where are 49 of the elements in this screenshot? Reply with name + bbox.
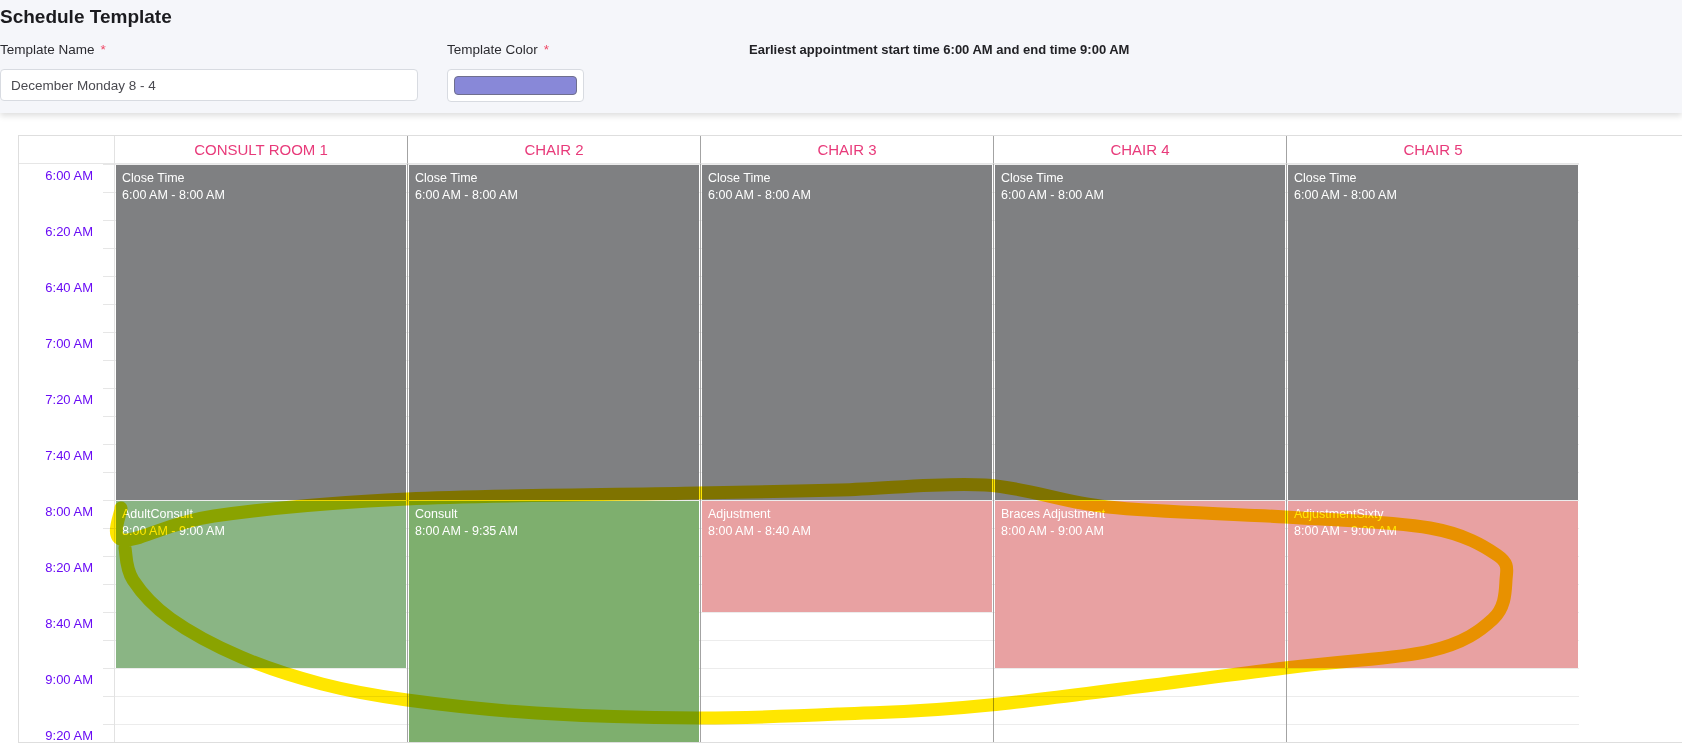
block-title: Adjustment xyxy=(708,506,771,523)
text-input[interactable]: December Monday 8 - 4 xyxy=(0,69,418,101)
time-label: 6:40 AM xyxy=(45,280,93,295)
field-label: Template Name xyxy=(0,41,95,59)
time-label: 9:00 AM xyxy=(45,672,93,687)
block-time: 6:00 AM - 8:00 AM xyxy=(415,187,518,204)
time-label: 9:20 AM xyxy=(45,728,93,742)
column-header: CONSULT ROOM 1 xyxy=(114,136,407,164)
time-label: 8:00 AM xyxy=(45,504,93,519)
time-label: 8:20 AM xyxy=(45,560,93,575)
block-title: Braces Adjustment xyxy=(1001,506,1106,523)
appointment-hours-note: Earliest appointment start time 6:00 AM and end time 9:00 AM xyxy=(749,41,1130,59)
block-title: Consult xyxy=(415,506,458,523)
required-mark: * xyxy=(100,41,106,59)
column-header: CHAIR 5 xyxy=(1286,136,1579,164)
block-title: Close Time xyxy=(415,170,478,187)
time-label: 6:00 AM xyxy=(45,168,93,183)
time-label: 7:20 AM xyxy=(45,392,93,407)
block-time: 6:00 AM - 8:00 AM xyxy=(708,187,811,204)
schedule-block[interactable]: Close Time 6:00 AM - 8:00 AM xyxy=(116,165,406,500)
block-time: 6:00 AM - 8:00 AM xyxy=(1294,187,1397,204)
schedule-block[interactable]: Close Time 6:00 AM - 8:00 AM xyxy=(995,165,1285,500)
block-time: 8:00 AM - 9:00 AM xyxy=(122,523,225,540)
page-title: Schedule Template xyxy=(0,5,173,29)
block-title: Close Time xyxy=(708,170,771,187)
schedule-block[interactable]: Braces Adjustment 8:00 AM - 9:00 AM xyxy=(995,501,1285,668)
required-mark: * xyxy=(543,41,550,59)
block-time: 8:00 AM - 9:00 AM xyxy=(1001,523,1104,540)
block-time: 8:00 AM - 9:35 AM xyxy=(415,523,518,540)
block-time: 6:00 AM - 8:00 AM xyxy=(122,187,225,204)
schedule-block[interactable]: Close Time 6:00 AM - 8:00 AM xyxy=(409,165,699,500)
schedule-block[interactable]: Adjustment 8:00 AM - 8:40 AM xyxy=(702,501,992,612)
schedule-block[interactable]: Close Time 6:00 AM - 8:00 AM xyxy=(1288,165,1578,500)
column-header: CHAIR 2 xyxy=(407,136,700,164)
time-label: 6:20 AM xyxy=(45,224,93,239)
block-time: 8:00 AM - 8:40 AM xyxy=(708,523,811,540)
schedule-block[interactable]: Consult 8:00 AM - 9:35 AM xyxy=(409,501,699,742)
block-time: 6:00 AM - 8:00 AM xyxy=(1001,187,1104,204)
block-title: Close Time xyxy=(122,170,185,187)
time-label: 7:00 AM xyxy=(45,336,93,351)
color-picker[interactable] xyxy=(447,69,584,102)
time-label: 7:40 AM xyxy=(45,448,93,463)
field-label: Template Color xyxy=(447,41,538,59)
block-title: Close Time xyxy=(1001,170,1064,187)
time-label: 8:40 AM xyxy=(45,616,93,631)
schedule-block[interactable]: Close Time 6:00 AM - 8:00 AM xyxy=(702,165,992,500)
column-header: CHAIR 4 xyxy=(993,136,1286,164)
block-title: Close Time xyxy=(1294,170,1357,187)
column-header: CHAIR 3 xyxy=(700,136,993,164)
